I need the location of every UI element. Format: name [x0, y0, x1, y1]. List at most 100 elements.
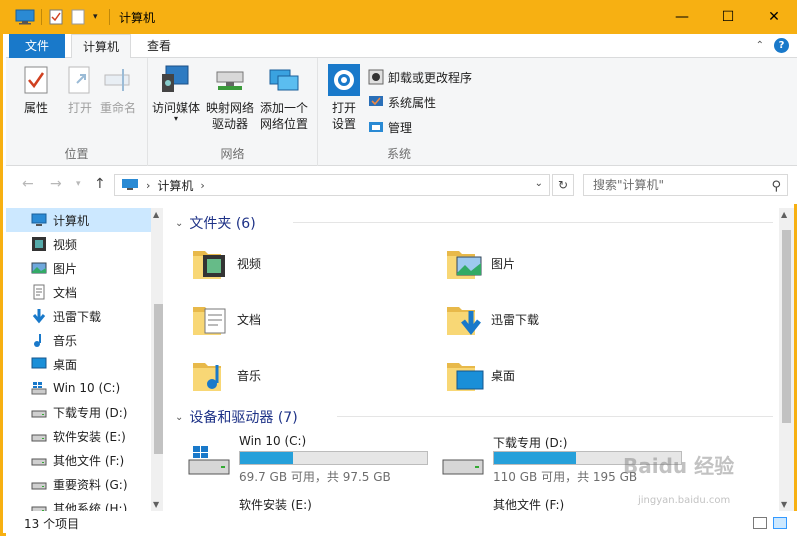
- breadcrumb-separator-icon[interactable]: ›: [200, 179, 204, 192]
- system-group: 打开 设置 卸载或更改程序 系统属性 管理 系统: [318, 58, 480, 166]
- ribbon-tabs: 文件 计算机 查看 ⌃ ?: [6, 34, 797, 59]
- details-view-icon[interactable]: [753, 517, 767, 529]
- nav-item[interactable]: 软件安装 (E:): [6, 424, 151, 448]
- new-folder-quick-icon[interactable]: [71, 7, 85, 27]
- close-button[interactable]: ✕: [751, 0, 797, 34]
- drive-icon: [31, 506, 47, 511]
- large-icons-view-icon[interactable]: [773, 517, 787, 529]
- drive-item[interactable]: Win 10 (C:) 69.7 GB 可用，共 97.5 GB: [187, 434, 437, 494]
- add-network-location-button[interactable]: 添加一个 网络位置: [260, 64, 308, 132]
- uninstall-button[interactable]: 卸载或更改程序: [368, 67, 472, 87]
- back-icon[interactable]: ←: [22, 176, 34, 192]
- media-icon: [160, 64, 192, 96]
- nav-scroll-thumb[interactable]: [154, 304, 163, 454]
- up-icon[interactable]: ↑: [94, 176, 106, 192]
- location-group-label: 位置: [64, 147, 89, 161]
- manage-button[interactable]: 管理: [368, 117, 412, 137]
- address-history-icon[interactable]: ⌄: [535, 178, 543, 189]
- nav-item[interactable]: 图片: [6, 256, 151, 280]
- nav-item[interactable]: 重要资料 (G:): [6, 472, 151, 496]
- nav-scrollbar[interactable]: ▲ ▼: [151, 208, 163, 511]
- nav-item[interactable]: 计算机: [6, 208, 151, 232]
- windows-drive-icon: [31, 382, 47, 395]
- status-bar: 13 个项目: [6, 511, 797, 536]
- access-media-button[interactable]: 访问媒体 ▾: [152, 64, 200, 123]
- collapse-chevron-icon[interactable]: ⌄: [175, 412, 183, 423]
- nav-item[interactable]: 迅雷下载: [6, 304, 151, 328]
- nav-item[interactable]: 其他文件 (F:): [6, 448, 151, 472]
- tab-view[interactable]: 查看: [136, 34, 182, 58]
- pictures-icon: [31, 262, 47, 274]
- properties-quick-icon[interactable]: [49, 7, 63, 27]
- item-count: 13 个项目: [24, 517, 80, 531]
- nav-item[interactable]: 下载专用 (D:): [6, 400, 151, 424]
- folders-group-header[interactable]: ⌄ 文件夹 (6): [175, 213, 256, 233]
- nav-item[interactable]: 其他系统 (H:): [6, 496, 151, 511]
- network-drive-icon: [214, 64, 246, 96]
- drive-icon: [31, 410, 47, 418]
- manage-icon: [369, 122, 383, 132]
- search-input[interactable]: 搜索"计算机" ⚲: [583, 174, 788, 196]
- drive-icon: [442, 459, 484, 475]
- folder-item[interactable]: 图片: [445, 238, 685, 288]
- settings-gear-icon: [328, 64, 360, 96]
- open-icon: [64, 64, 96, 96]
- music-icon: [34, 334, 41, 347]
- system-properties-button[interactable]: 系统属性: [368, 92, 436, 112]
- address-bar[interactable]: › 计算机 › ⌄: [114, 174, 550, 196]
- system-properties-icon: [369, 96, 383, 106]
- recent-locations-icon[interactable]: ▾: [76, 179, 81, 189]
- folder-item[interactable]: 视频: [191, 238, 431, 288]
- rename-icon: [102, 64, 134, 96]
- nav-item[interactable]: 桌面: [6, 352, 151, 376]
- ribbon: 属性 打开 重命名 位置 访问媒体 ▾ 映射网络 驱动器 添加一个 网络位置 网…: [6, 58, 797, 166]
- watermark-logo: Baidu 经验: [623, 454, 735, 478]
- content-scroll-thumb[interactable]: [782, 230, 791, 423]
- title-bar[interactable]: ▾ 计算机 — ☐ ✕: [3, 0, 797, 34]
- download-folder-icon: [447, 307, 481, 336]
- properties-button[interactable]: 属性: [20, 64, 52, 116]
- scroll-up-icon[interactable]: ▲: [781, 210, 787, 219]
- computer-icon: [31, 213, 47, 226]
- open-button[interactable]: 打开: [64, 64, 96, 116]
- maximize-button[interactable]: ☐: [705, 0, 751, 34]
- nav-item[interactable]: 音乐: [6, 328, 151, 352]
- content-scrollbar[interactable]: ▲ ▼: [779, 208, 794, 511]
- rename-button[interactable]: 重命名: [100, 64, 136, 116]
- folder-item[interactable]: 文档: [191, 294, 431, 344]
- minimize-button[interactable]: —: [659, 0, 705, 34]
- windows-drive-icon: [188, 446, 230, 475]
- forward-icon[interactable]: →: [50, 176, 62, 192]
- network-location-icon: [268, 64, 300, 96]
- help-icon[interactable]: ?: [774, 38, 789, 53]
- documents-folder-icon: [193, 307, 226, 335]
- breadcrumb-computer[interactable]: 计算机: [157, 177, 193, 194]
- nav-item[interactable]: 视频: [6, 232, 151, 256]
- video-folder-icon: [193, 251, 225, 279]
- expand-ribbon-icon[interactable]: ⌃: [756, 40, 764, 51]
- open-settings-button[interactable]: 打开 设置: [328, 64, 360, 132]
- tab-computer[interactable]: 计算机: [71, 34, 132, 59]
- breadcrumb-separator-icon: ›: [146, 178, 151, 192]
- drive-item[interactable]: 软件安装 (E:): [187, 496, 437, 511]
- map-network-drive-button[interactable]: 映射网络 驱动器: [206, 64, 254, 132]
- navigation-pane: ▲ ▼ 计算机 视频 图片 文档 迅雷下载 音乐 桌面 Win 10 (C:) 下载专用 (D:…: [6, 208, 163, 511]
- scroll-up-icon[interactable]: ▲: [153, 210, 159, 219]
- nav-item[interactable]: Win 10 (C:): [6, 376, 151, 400]
- nav-item[interactable]: 文档: [6, 280, 151, 304]
- refresh-button[interactable]: ↻: [552, 174, 574, 196]
- scroll-down-icon[interactable]: ▼: [153, 500, 159, 509]
- properties-icon: [20, 64, 52, 96]
- collapse-chevron-icon[interactable]: ⌄: [175, 218, 183, 229]
- scroll-down-icon[interactable]: ▼: [781, 500, 787, 509]
- video-icon: [32, 237, 46, 251]
- folder-item[interactable]: 迅雷下载: [445, 294, 685, 344]
- folder-item[interactable]: 音乐: [191, 350, 431, 400]
- customize-quick-access-icon[interactable]: ▾: [93, 7, 98, 27]
- computer-icon: [122, 179, 138, 190]
- desktop-icon: [31, 357, 47, 369]
- folder-item[interactable]: 桌面: [445, 350, 685, 400]
- tab-file[interactable]: 文件: [9, 34, 65, 58]
- drives-group-header[interactable]: ⌄ 设备和驱动器 (7): [175, 407, 298, 427]
- address-row: ← → ▾ ↑ › 计算机 › ⌄ ↻ 搜索"计算机" ⚲: [6, 166, 797, 204]
